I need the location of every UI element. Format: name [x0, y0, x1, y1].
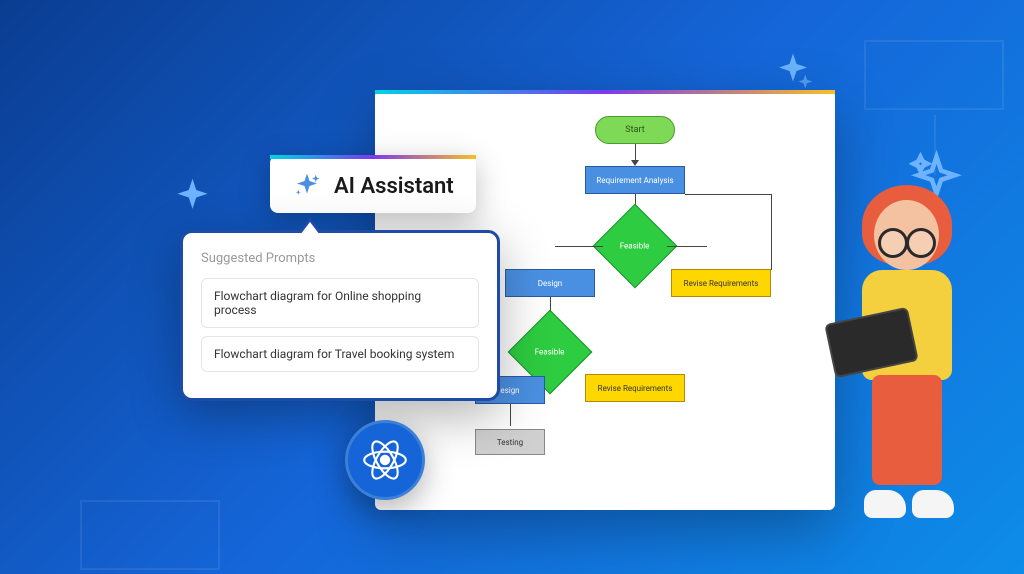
sparkle-icon — [170, 175, 215, 220]
flowchart-process-node: Requirement Analysis — [585, 166, 685, 194]
ai-assistant-title: AI Assistant — [334, 174, 454, 199]
prompts-header: Suggested Prompts — [201, 251, 479, 266]
flowchart-process-node: Design — [505, 269, 595, 297]
flowchart-decision-node: Feasible — [593, 204, 678, 289]
suggested-prompts-panel: Suggested Prompts Flowchart diagram for … — [180, 230, 500, 401]
prompt-suggestion[interactable]: Flowchart diagram for Online shopping pr… — [201, 278, 479, 328]
sparkle-icon — [772, 50, 814, 92]
react-logo-badge — [345, 420, 425, 500]
sparkle-icon — [292, 171, 322, 201]
ai-assistant-chip[interactable]: AI Assistant — [270, 155, 476, 213]
flowchart-revise-node: Revise Requirements — [671, 269, 771, 297]
flowchart-process-node: Testing — [475, 429, 545, 455]
flowchart-revise-node: Revise Requirements — [585, 374, 685, 402]
character-illustration — [834, 180, 979, 520]
prompt-suggestion[interactable]: Flowchart diagram for Travel booking sys… — [201, 336, 479, 372]
flowchart-start-node: Start — [595, 116, 675, 144]
